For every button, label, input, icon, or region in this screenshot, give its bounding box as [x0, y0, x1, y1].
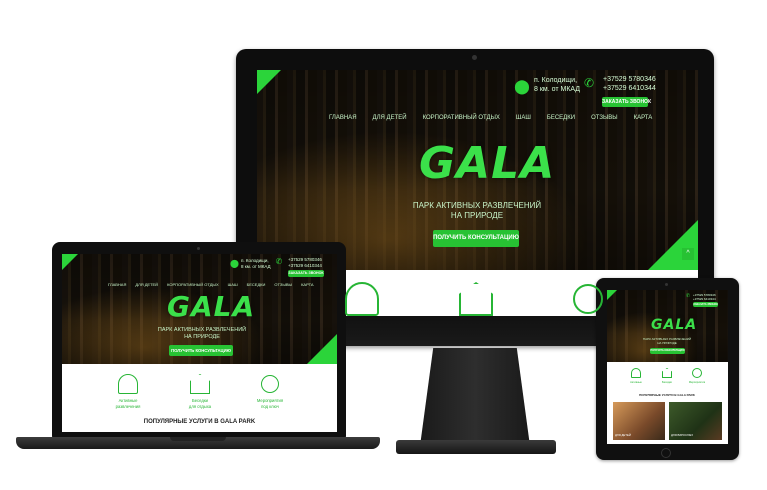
hero-tagline-2: НА ПРИРОДЕ	[184, 334, 220, 340]
hero-corner-accent-br	[307, 334, 337, 364]
main-nav: ГЛАВНАЯ ДЛЯ ДЕТЕЙ КОРПОРАТИВНЫЙ ОТДЫХ ША…	[108, 282, 314, 287]
laptop-screen: ⬤ п. Колодищи, 8 км. от МКАД ✆ +37529 57…	[62, 254, 337, 432]
phone-2[interactable]: +37529 6410344	[288, 263, 322, 268]
consult-button[interactable]: ПОЛУЧИТЬ КОНСУЛЬТАЦИЮ	[650, 348, 685, 354]
monitor-stand	[420, 348, 530, 446]
consult-button[interactable]: ПОЛУЧИТЬ КОНСУЛЬТАЦИЮ	[169, 345, 233, 356]
hero-corner-accent	[62, 254, 78, 270]
phone-1[interactable]: +37529 5780346	[603, 76, 656, 83]
key-icon	[692, 368, 702, 378]
key-icon	[261, 375, 279, 393]
service-label: развлечения	[115, 404, 141, 409]
service-label: Мероприятия	[256, 398, 284, 403]
nav-corporate[interactable]: КОРПОРАТИВНЫЙ ОТДЫХ	[423, 115, 500, 121]
phone-2[interactable]: +37529 6410344	[603, 85, 656, 92]
tree-swing-icon	[118, 374, 138, 394]
nav-gazebos[interactable]: БЕСЕДКИ	[247, 282, 266, 287]
nav-gazebos[interactable]: БЕСЕДКИ	[547, 115, 575, 121]
popular-card-label: ДЛЯ ДЕТЕЙ	[615, 433, 631, 437]
phone-icon[interactable]: ✆	[583, 76, 595, 90]
nav-reviews[interactable]: ОТЗЫВЫ	[274, 282, 292, 287]
main-nav: ГЛАВНАЯ ДЛЯ ДЕТЕЙ КОРПОРАТИВНЫЙ ОТДЫХ ША…	[329, 115, 652, 121]
hero-tagline-1: ПАРК АКТИВНЫХ РАЗВЛЕЧЕНИЙ	[157, 327, 247, 333]
nav-home[interactable]: ГЛАВНАЯ	[108, 282, 126, 287]
gazebo-icon	[662, 368, 672, 378]
nav-shash[interactable]: ШАШ	[228, 282, 238, 287]
monitor-camera	[472, 55, 477, 60]
service-label: под ключ	[261, 404, 279, 409]
laptop-camera	[197, 247, 200, 250]
nav-kids[interactable]: ДЛЯ ДЕТЕЙ	[373, 115, 407, 121]
address-line-2: 8 км. от МКАД	[534, 86, 581, 93]
service-label: Беседки	[191, 398, 209, 403]
tree-swing-icon	[631, 368, 641, 378]
site-logo[interactable]: GALA	[651, 317, 697, 333]
address-line-1: п. Колодищи,	[241, 258, 269, 263]
popular-card-label: ДЛЯ ВЗРОСЛЫХ	[671, 433, 694, 437]
service-label: Беседки	[662, 381, 672, 384]
monitor-base	[396, 440, 556, 454]
hero-corner-accent	[607, 290, 617, 300]
service-label: Активные	[630, 381, 642, 384]
consult-button[interactable]: ПОЛУЧИТЬ КОНСУЛЬТАЦИЮ	[433, 230, 519, 247]
nav-kids[interactable]: ДЛЯ ДЕТЕЙ	[135, 282, 158, 287]
phone-2[interactable]: +37529 6410344	[693, 297, 716, 301]
order-call-button[interactable]: ЗАКАЗАТЬ ЗВОНОК	[693, 302, 718, 307]
hero-tagline-2: НА ПРИРОДЕ	[450, 211, 504, 220]
hero-tagline-1: ПАРК АКТИВНЫХ РАЗВЛЕЧЕНИЙ	[412, 201, 542, 210]
phone-icon[interactable]: ✆	[685, 293, 691, 299]
popular-title: ПОПУЛЯРНЫЕ УСЛУГИ В GALA PARK	[639, 393, 695, 397]
hero-corner-accent	[257, 70, 281, 94]
nav-corporate[interactable]: КОРПОРАТИВНЫЙ ОТДЫХ	[167, 282, 219, 287]
tablet-camera	[665, 283, 668, 286]
nav-home[interactable]: ГЛАВНАЯ	[329, 115, 357, 121]
site-logo[interactable]: GALA	[419, 138, 555, 189]
hero-corner-accent-br	[648, 220, 698, 270]
nav-reviews[interactable]: ОТЗЫВЫ	[591, 115, 618, 121]
phone-1[interactable]: +37529 5780346	[288, 257, 322, 262]
hero-tagline-2: НА ПРИРОДЕ	[657, 341, 677, 345]
service-label: Мероприятия	[688, 381, 706, 384]
nav-map[interactable]: КАРТА	[634, 115, 653, 121]
map-pin-icon: ⬤	[230, 258, 239, 268]
scroll-up-button[interactable]: ^	[682, 248, 694, 260]
site-logo[interactable]: GALA	[167, 290, 255, 323]
tree-swing-icon	[345, 282, 379, 316]
tablet-screen: ✆ +37529 5780346 +37529 6410344 ЗАКАЗАТЬ…	[607, 290, 728, 444]
service-label: для отдыха	[188, 404, 212, 409]
nav-shash[interactable]: ШАШ	[516, 115, 531, 121]
popular-title: ПОПУЛЯРНЫЕ УСЛУГИ В GALA PARK	[143, 419, 256, 425]
service-label: Активные	[118, 398, 138, 403]
order-call-button[interactable]: ЗАКАЗАТЬ ЗВОНОК	[602, 97, 651, 107]
phone-icon[interactable]: ✆	[275, 257, 283, 266]
address-line-1: п. Колодищи,	[534, 77, 578, 84]
map-pin-icon: ⬤	[514, 77, 530, 94]
laptop-notch	[170, 437, 226, 441]
nav-map[interactable]: КАРТА	[301, 282, 313, 287]
order-call-button[interactable]: ЗАКАЗАТЬ ЗВОНОК	[288, 270, 324, 277]
key-icon	[573, 284, 603, 314]
tablet-home-button[interactable]	[661, 448, 671, 458]
address-line-2: 8 км. от МКАД	[241, 264, 271, 269]
